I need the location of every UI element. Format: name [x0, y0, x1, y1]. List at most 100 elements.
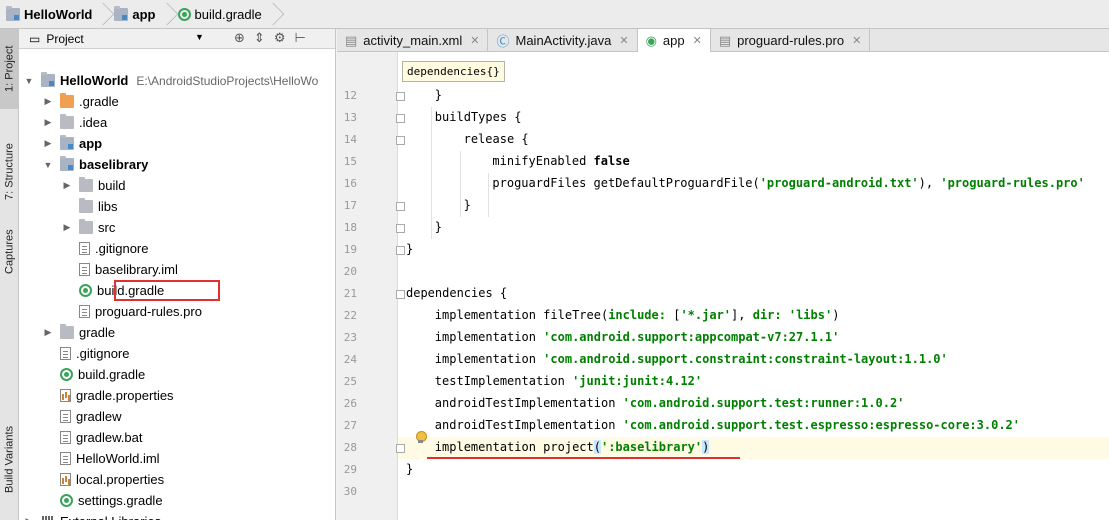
collapsed-arrow-icon[interactable]: ▶ [42, 138, 54, 149]
code-line[interactable]: minifyEnabled false [492, 154, 629, 168]
folder-icon [60, 114, 74, 129]
code-token: 'com.android.support:appcompat-v7:27.1.1… [543, 330, 840, 344]
close-icon[interactable]: ✕ [693, 34, 702, 47]
tree-item[interactable]: ▶ External Libraries [23, 511, 161, 520]
tool-tab-captures[interactable]: Captures [0, 217, 19, 287]
collapsed-arrow-icon[interactable]: ▶ [42, 327, 54, 338]
collapsed-arrow-icon[interactable]: ▶ [42, 96, 54, 107]
code-line[interactable]: proguardFiles getDefaultProguardFile('pr… [492, 176, 1084, 190]
tree-item-label: proguard-rules.pro [95, 304, 202, 319]
folder-icon [79, 177, 93, 192]
tree-item[interactable]: ▶ src [61, 217, 115, 238]
tool-tab-structure[interactable]: 7: Structure [0, 119, 19, 224]
hide-panel-icon[interactable]: ⊢ [294, 30, 305, 46]
collapse-all-icon[interactable]: ⇕ [254, 30, 265, 46]
tree-item[interactable]: ▶ .gradle [42, 91, 119, 112]
file-icon [60, 452, 71, 465]
code-line[interactable]: release { [464, 132, 529, 146]
tree-item[interactable]: ▶ .idea [42, 112, 107, 133]
code-breadcrumb-popup[interactable]: dependencies{} [402, 61, 505, 82]
code-line[interactable]: androidTestImplementation 'com.android.s… [435, 418, 1020, 432]
highlight-underline [427, 457, 740, 459]
tree-item[interactable]: local.properties [42, 469, 164, 490]
code-line[interactable]: } [464, 198, 471, 212]
lightbulb-icon[interactable] [415, 431, 427, 444]
code-line[interactable]: implementation 'com.android.support:appc… [435, 330, 840, 344]
collapsed-arrow-icon[interactable]: ▶ [23, 516, 35, 520]
breadcrumb-separator [261, 2, 284, 25]
line-number: 25 [343, 375, 357, 388]
tool-tab-project[interactable]: 1: Project [0, 29, 19, 109]
fold-marker-icon[interactable] [396, 136, 405, 145]
tree-item[interactable]: ▶ gradle [42, 322, 115, 343]
code-token: 'libs' [788, 308, 833, 322]
tree-item[interactable]: .gitignore [61, 238, 148, 259]
code-line[interactable]: } [435, 220, 442, 234]
collapsed-arrow-icon[interactable]: ▶ [61, 222, 73, 233]
fold-marker-icon[interactable] [396, 246, 405, 255]
expanded-arrow-icon[interactable]: ▼ [42, 160, 54, 170]
code-line[interactable]: implementation 'com.android.support.cons… [435, 352, 948, 366]
code-token: ':baselibrary' [600, 440, 703, 454]
tree-item[interactable]: .gitignore [42, 343, 129, 364]
expanded-arrow-icon[interactable]: ▼ [23, 76, 35, 86]
tree-item[interactable]: baselibrary.iml [61, 259, 178, 280]
tree-item[interactable]: ▶ app [42, 133, 102, 154]
locate-icon[interactable]: ⊕ [234, 30, 245, 46]
tree-item[interactable]: settings.gradle [42, 490, 163, 511]
tree-item[interactable]: HelloWorld.iml [42, 448, 160, 469]
line-number: 22 [343, 309, 357, 322]
code-line[interactable]: implementation project(':baselibrary') [435, 440, 710, 454]
tree-item[interactable]: gradlew [42, 406, 122, 427]
tree-item[interactable]: proguard-rules.pro [61, 301, 202, 322]
code-editor[interactable]: dependencies{} 12} 13 buildTypes {14 releas… [337, 52, 1109, 520]
collapsed-arrow-icon[interactable]: ▶ [42, 117, 54, 128]
code-line[interactable]: } [435, 88, 442, 102]
code-line[interactable]: testImplementation 'junit:junit:4.12' [435, 374, 702, 388]
close-icon[interactable]: ✕ [470, 34, 479, 47]
code-line[interactable]: } [406, 242, 413, 256]
tree-item-label: build [98, 178, 126, 193]
tree-item[interactable]: gradlew.bat [42, 427, 143, 448]
fold-marker-icon[interactable] [396, 202, 405, 211]
code-line[interactable]: implementation fileTree(include: ['*.jar… [435, 308, 840, 322]
tool-tab-build-variants[interactable]: Build Variants [0, 409, 19, 509]
tree-item-label: External Libraries [60, 514, 161, 520]
fold-marker-icon[interactable] [396, 224, 405, 233]
tree-item[interactable]: ▼ baselibrary [42, 154, 148, 175]
code-token: 'com.android.support.test:runner:1.0.2' [622, 396, 905, 410]
project-view-selector[interactable]: Project [46, 32, 83, 46]
tree-item[interactable]: libs [61, 196, 118, 217]
editor-tab[interactable]: ▤ proguard-rules.pro ✕ [711, 29, 871, 52]
gradle-icon [177, 7, 191, 21]
folder-icon [79, 198, 93, 213]
code-token: 'proguard-rules.pro' [940, 176, 1085, 190]
code-line[interactable]: androidTestImplementation 'com.android.s… [435, 396, 905, 410]
breadcrumb-item[interactable]: app [108, 0, 178, 29]
tree-item[interactable]: ▼ HelloWorld E:\AndroidStudioProjects\Hell… [23, 70, 318, 91]
fold-marker-icon[interactable] [396, 444, 405, 453]
module-folder-icon [114, 5, 129, 21]
navigation-breadcrumb: HelloWorld app build.gradle [0, 0, 1109, 29]
tree-item-label: .gradle [79, 94, 119, 109]
close-icon[interactable]: ✕ [619, 34, 628, 47]
fold-marker-icon[interactable] [396, 114, 405, 123]
collapsed-arrow-icon[interactable]: ▶ [61, 180, 73, 191]
editor-tab[interactable]: ◉ app ✕ [637, 29, 711, 52]
gear-icon[interactable]: ⚙ [274, 30, 286, 46]
fold-marker-icon[interactable] [396, 92, 405, 101]
editor-tab[interactable]: ▤ activity_main.xml ✕ [337, 29, 489, 52]
editor-tab[interactable]: Ⓒ MainActivity.java ✕ [488, 29, 638, 52]
code-line[interactable]: dependencies { [406, 286, 507, 300]
close-icon[interactable]: ✕ [852, 34, 861, 47]
properties-file-icon [60, 473, 71, 486]
tree-item[interactable]: ▶ build [61, 175, 125, 196]
fold-marker-icon[interactable] [396, 290, 405, 299]
tree-item[interactable]: build.gradle [42, 364, 145, 385]
code-line[interactable]: buildTypes { [435, 110, 522, 124]
tree-item[interactable]: gradle.properties [42, 385, 174, 406]
chevron-down-icon[interactable]: ▼ [195, 32, 204, 42]
breadcrumb-item[interactable]: build.gradle [172, 0, 284, 29]
breadcrumb-item[interactable]: HelloWorld [0, 0, 115, 29]
code-line[interactable]: } [406, 462, 413, 476]
